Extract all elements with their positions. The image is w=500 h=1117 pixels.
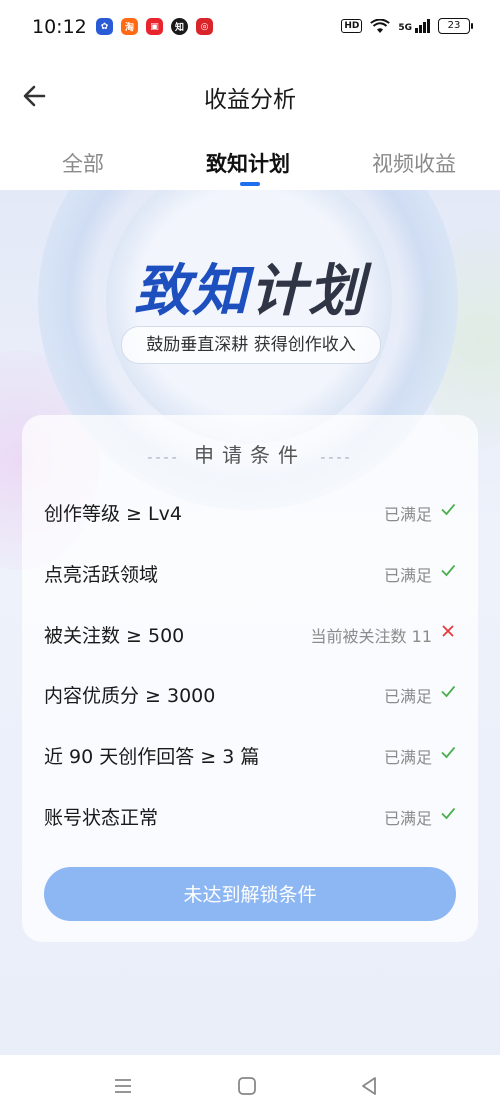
tab-zhizhi-plan[interactable]: 致知计划 — [206, 148, 290, 178]
condition-row: 被关注数 ≥ 500 当前被关注数 11 — [44, 613, 456, 653]
header-dash-right: ---- — [320, 450, 353, 466]
condition-status: 已满足 — [383, 505, 432, 524]
app-header: 收益分析 — [0, 58, 500, 134]
condition-row: 点亮活跃领域 已满足 — [44, 552, 456, 592]
condition-label: 被关注数 ≥ 500 — [44, 625, 185, 647]
condition-row: 内容优质分 ≥ 3000 已满足 — [44, 673, 456, 713]
condition-row: 账号状态正常 已满足 — [44, 795, 456, 835]
conditions-title: 申请条件 — [194, 443, 306, 467]
condition-row: 创作等级 ≥ Lv4 已满足 — [44, 491, 456, 531]
condition-status: 已满足 — [383, 809, 432, 828]
status-app-icons: ✿ 淘 ▣ 知 ◎ — [96, 18, 213, 35]
header-dash-left: ---- — [147, 450, 180, 466]
cross-icon — [442, 625, 454, 637]
taobao-icon: 淘 — [121, 18, 138, 35]
condition-status: 已满足 — [383, 748, 432, 767]
conditions-card: ---- 申请条件 ---- 创作等级 ≥ Lv4 已满足 点亮活跃领域 已满足… — [22, 415, 478, 942]
unlock-button[interactable]: 未达到解锁条件 — [44, 867, 456, 921]
status-bar: 10:12 ✿ 淘 ▣ 知 ◎ HD 5G 23 — [0, 0, 500, 58]
app-red-icon: ▣ — [146, 18, 163, 35]
tab-all[interactable]: 全部 — [62, 148, 104, 178]
status-time: 10:12 — [32, 16, 87, 38]
home-icon[interactable] — [234, 1073, 260, 1099]
condition-status: 已满足 — [383, 687, 432, 706]
page-title: 收益分析 — [204, 87, 296, 113]
condition-status: 已满足 — [383, 566, 432, 585]
system-nav-bar — [0, 1055, 500, 1117]
back-triangle-icon[interactable] — [356, 1073, 382, 1099]
check-icon — [441, 685, 456, 698]
check-icon — [441, 503, 456, 516]
check-icon — [441, 746, 456, 759]
condition-label: 点亮活跃领域 — [44, 564, 159, 586]
network-label: 5G — [398, 23, 412, 33]
tab-bar: 全部 致知计划 视频收益 — [0, 134, 500, 190]
menu-icon[interactable] — [110, 1073, 136, 1099]
conditions-header: ---- 申请条件 ---- — [22, 439, 478, 468]
baidu-icon: ✿ — [96, 18, 113, 35]
hero-title-part1: 致知 — [134, 259, 250, 324]
condition-label: 账号状态正常 — [44, 807, 159, 829]
hero-subtitle: 鼓励垂直深耕 获得创作收入 — [121, 326, 381, 364]
status-indicators: HD 5G 23 — [341, 18, 473, 34]
condition-label: 近 90 天创作回答 ≥ 3 篇 — [44, 746, 260, 768]
bank-icon: ◎ — [196, 18, 213, 35]
hd-badge: HD — [341, 19, 363, 33]
check-icon — [441, 807, 456, 820]
tab-video-earnings[interactable]: 视频收益 — [372, 148, 456, 178]
condition-label: 内容优质分 ≥ 3000 — [44, 685, 216, 707]
wifi-icon — [370, 18, 391, 33]
hero-title: 致知计划 — [0, 246, 500, 327]
hero-title-part2: 计划 — [250, 259, 366, 324]
battery-icon: 23 — [438, 18, 473, 34]
condition-label: 创作等级 ≥ Lv4 — [44, 503, 182, 525]
zhihu-icon: 知 — [171, 18, 188, 35]
condition-status: 当前被关注数 11 — [310, 627, 432, 646]
signal-icon: 5G — [398, 19, 430, 33]
condition-row: 近 90 天创作回答 ≥ 3 篇 已满足 — [44, 734, 456, 774]
check-icon — [441, 564, 456, 577]
tab-indicator — [240, 182, 260, 186]
